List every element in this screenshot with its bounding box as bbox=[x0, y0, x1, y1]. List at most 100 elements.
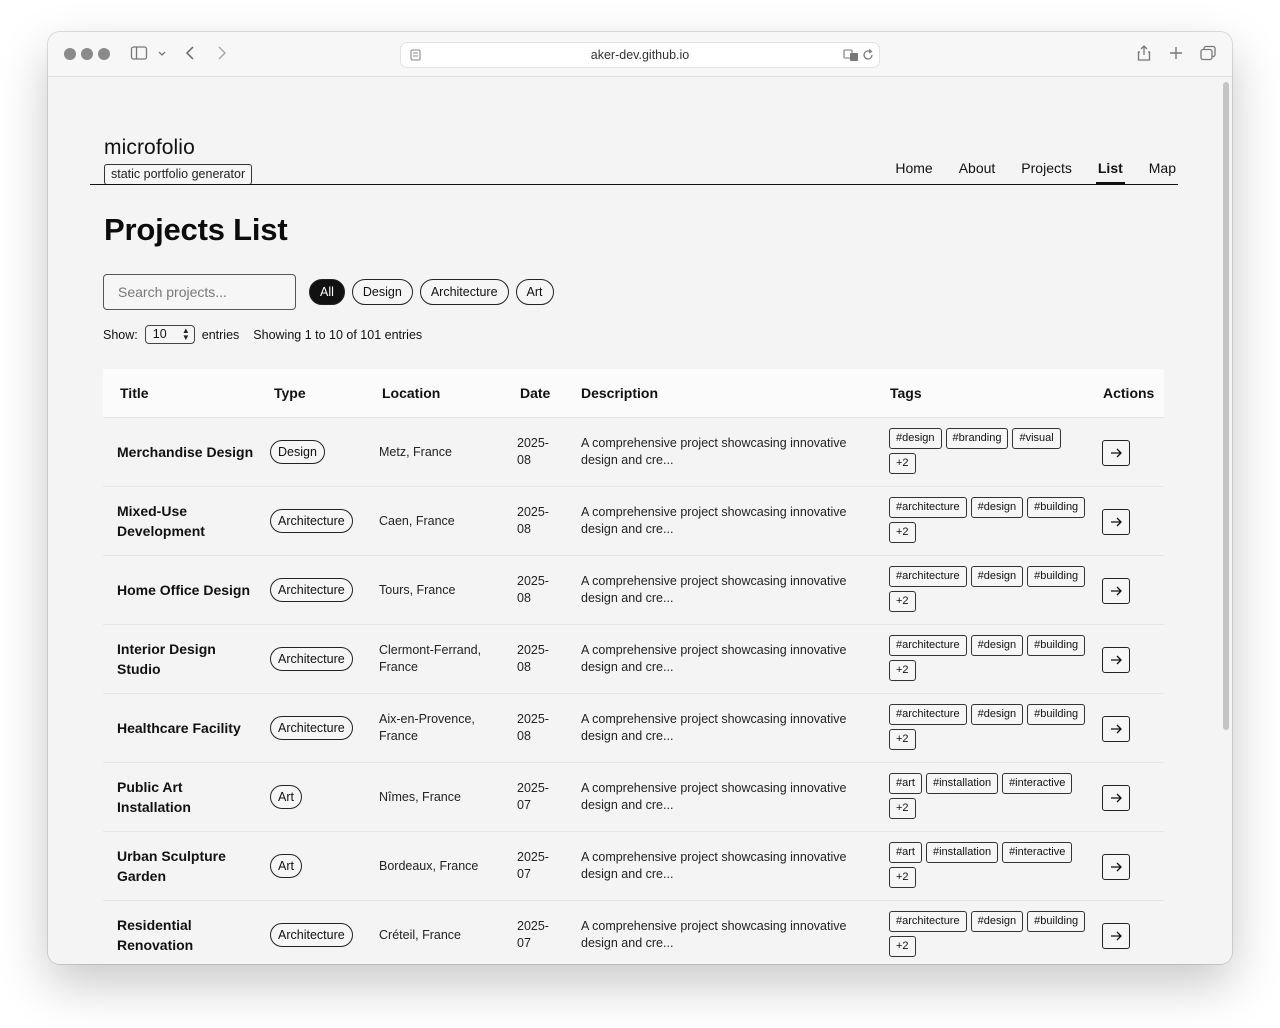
table-row[interactable]: Interior Design Studio Architecture Clermo… bbox=[103, 625, 1164, 694]
tag-chip: #architecture bbox=[889, 911, 967, 932]
view-project-button[interactable] bbox=[1102, 785, 1130, 811]
tag-chip: #building bbox=[1027, 497, 1086, 518]
page-title: Projects List bbox=[104, 212, 288, 247]
chevron-right-icon[interactable] bbox=[213, 44, 229, 62]
sidebar-icon[interactable] bbox=[130, 44, 148, 62]
table-header: Title Type Location Date Description Tag… bbox=[103, 369, 1164, 418]
view-project-button[interactable] bbox=[1102, 716, 1130, 742]
page-size-select[interactable]: 10 ▲ ▼ bbox=[144, 325, 195, 344]
tag-list: #architecture #design #building +2 bbox=[889, 911, 1089, 957]
site-name[interactable]: microfolio bbox=[104, 136, 252, 160]
column-header-title[interactable]: Title bbox=[120, 385, 149, 401]
table-row[interactable]: Mixed-Use Development Architecture Caen, F… bbox=[103, 487, 1164, 556]
type-cell: Architecture bbox=[270, 923, 353, 947]
view-project-button[interactable] bbox=[1102, 923, 1130, 949]
nav-list[interactable]: List bbox=[1095, 160, 1125, 185]
project-title[interactable]: Urban Sculpture Garden bbox=[117, 846, 257, 886]
project-title[interactable]: Public Art Installation bbox=[117, 777, 257, 817]
filter-design[interactable]: Design bbox=[351, 279, 413, 305]
column-header-description: Description bbox=[581, 385, 659, 401]
nav-projects[interactable]: Projects bbox=[1021, 160, 1072, 184]
table-row[interactable]: Merchandise Design Design Metz, France 2025… bbox=[103, 418, 1164, 487]
more-tags-badge[interactable]: +2 bbox=[889, 660, 916, 681]
header-divider bbox=[90, 184, 1178, 185]
tag-chip: #design bbox=[970, 911, 1024, 932]
row-actions bbox=[1102, 923, 1130, 949]
nav-about[interactable]: About bbox=[959, 160, 996, 184]
project-location: Clermont-Ferrand, France bbox=[379, 643, 482, 674]
more-tags-badge[interactable]: +2 bbox=[889, 453, 916, 474]
table-row[interactable]: Home Office Design Architecture Tours, Fra… bbox=[103, 556, 1164, 625]
entries-info: Showing 1 to 10 of 101 entries bbox=[253, 327, 423, 342]
tag-list: #design #branding #visual +2 bbox=[889, 428, 1089, 474]
view-project-button[interactable] bbox=[1102, 647, 1130, 673]
project-date: 2025-07 bbox=[517, 781, 549, 812]
minimize-window-button[interactable] bbox=[81, 48, 93, 60]
table-row[interactable]: Healthcare Facility Architecture Aix-en-Pr… bbox=[103, 694, 1164, 763]
more-tags-badge[interactable]: +2 bbox=[889, 591, 916, 612]
project-location: Créteil, France bbox=[379, 928, 461, 942]
type-badge: Architecture bbox=[270, 716, 353, 740]
arrow-right-icon bbox=[1111, 862, 1122, 872]
translate-icon[interactable] bbox=[843, 48, 859, 67]
table-row[interactable]: Public Art Installation Art Nîmes, France 2… bbox=[103, 763, 1164, 832]
view-project-button[interactable] bbox=[1102, 578, 1130, 604]
entries-control: Show: 10 ▲ ▼ entries Showing 1 to 10 of 1… bbox=[103, 325, 422, 344]
column-header-date[interactable]: Date bbox=[520, 385, 550, 401]
tag-chip: #building bbox=[1027, 911, 1086, 932]
site-brand[interactable]: microfolio static portfolio generator bbox=[104, 136, 253, 185]
project-date: 2025-08 bbox=[517, 505, 549, 536]
tabs-overview-icon[interactable] bbox=[1199, 44, 1217, 62]
reload-icon[interactable] bbox=[861, 48, 875, 67]
column-header-tags: Tags bbox=[890, 385, 922, 401]
tag-chip: #design bbox=[970, 497, 1024, 518]
type-badge: Art bbox=[270, 854, 302, 878]
tag-chip: #interactive bbox=[1002, 842, 1073, 863]
project-title[interactable]: Home Office Design bbox=[117, 580, 257, 600]
plus-icon[interactable] bbox=[1168, 44, 1184, 62]
nav-home[interactable]: Home bbox=[895, 160, 932, 184]
column-header-type[interactable]: Type bbox=[274, 385, 306, 401]
project-title[interactable]: Merchandise Design bbox=[117, 442, 257, 462]
more-tags-badge[interactable]: +2 bbox=[889, 522, 916, 543]
view-project-button[interactable] bbox=[1102, 509, 1130, 535]
view-project-button[interactable] bbox=[1102, 440, 1130, 466]
view-project-button[interactable] bbox=[1102, 854, 1130, 880]
more-tags-badge[interactable]: +2 bbox=[889, 936, 916, 957]
zoom-window-button[interactable] bbox=[98, 48, 110, 60]
chevron-left-icon[interactable] bbox=[183, 44, 199, 62]
type-cell: Architecture bbox=[270, 578, 353, 602]
chevron-down-icon[interactable] bbox=[156, 44, 168, 62]
column-header-location[interactable]: Location bbox=[382, 385, 440, 401]
address-bar[interactable]: aker-dev.github.io bbox=[400, 42, 880, 68]
close-window-button[interactable] bbox=[64, 48, 76, 60]
table-row[interactable]: Residential Renovation Architecture Crétei… bbox=[103, 901, 1164, 964]
arrow-right-icon bbox=[1111, 724, 1122, 734]
filter-architecture[interactable]: Architecture bbox=[419, 279, 509, 305]
table-body: Merchandise Design Design Metz, France 2025… bbox=[103, 418, 1164, 964]
row-actions bbox=[1102, 716, 1130, 742]
filter-art[interactable]: Art bbox=[515, 279, 554, 305]
vertical-scrollbar[interactable] bbox=[1223, 82, 1229, 730]
tag-list: #art #installation #interactive +2 bbox=[889, 842, 1089, 888]
filter-all[interactable]: All bbox=[309, 279, 345, 305]
tag-chip: #design bbox=[970, 635, 1024, 656]
share-icon[interactable] bbox=[1136, 44, 1152, 62]
project-title[interactable]: Mixed-Use Development bbox=[117, 501, 257, 541]
projects-table: Title Type Location Date Description Tag… bbox=[103, 369, 1164, 964]
project-date: 2025-08 bbox=[517, 712, 549, 743]
nav-map[interactable]: Map bbox=[1149, 160, 1176, 184]
project-title[interactable]: Residential Renovation bbox=[117, 915, 257, 955]
more-tags-badge[interactable]: +2 bbox=[889, 867, 916, 888]
tag-chip: #visual bbox=[1012, 428, 1061, 449]
more-tags-badge[interactable]: +2 bbox=[889, 798, 916, 819]
more-tags-badge[interactable]: +2 bbox=[889, 729, 916, 750]
project-location: Nîmes, France bbox=[379, 790, 461, 804]
project-description: A comprehensive project showcasing innov… bbox=[581, 850, 847, 881]
project-title[interactable]: Interior Design Studio bbox=[117, 639, 257, 679]
tag-chip: #design bbox=[970, 566, 1024, 587]
tag-list: #architecture #design #building +2 bbox=[889, 497, 1089, 543]
project-title[interactable]: Healthcare Facility bbox=[117, 718, 257, 738]
table-row[interactable]: Urban Sculpture Garden Art Bordeaux, Franc… bbox=[103, 832, 1164, 901]
search-input[interactable] bbox=[103, 274, 296, 310]
